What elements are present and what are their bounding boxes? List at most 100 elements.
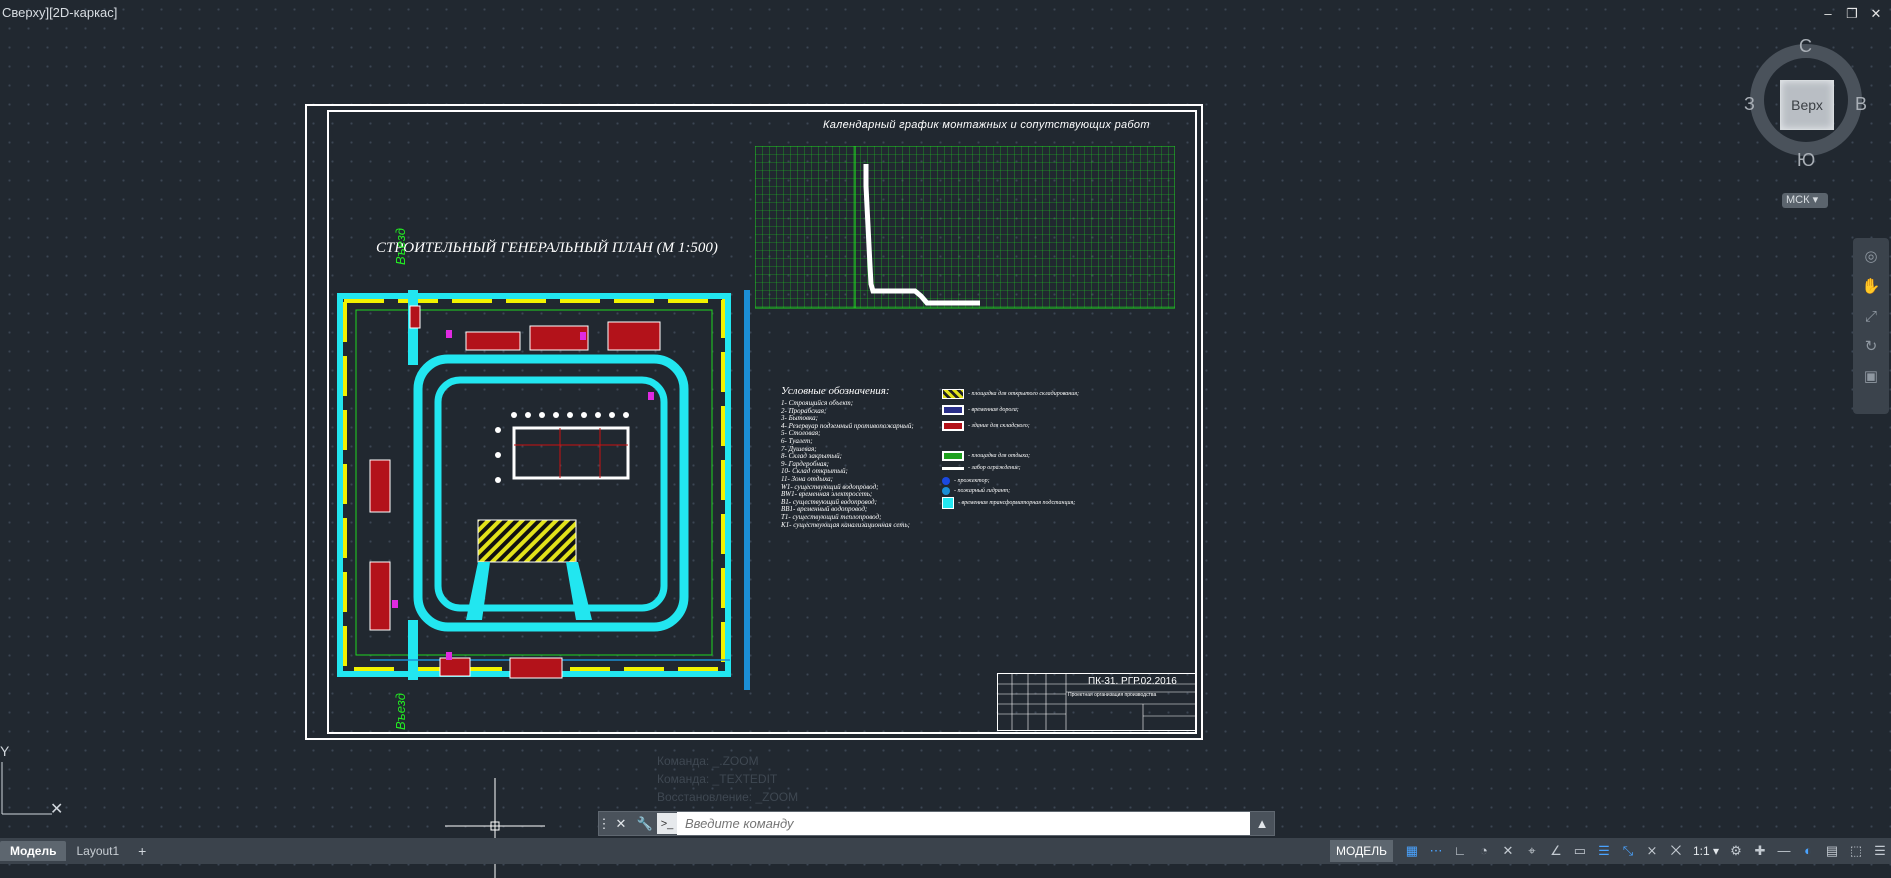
history-line-2: Команда: _TEXTEDIT bbox=[657, 772, 778, 786]
lineweight-icon[interactable]: ▭ bbox=[1569, 840, 1591, 862]
compass-east[interactable]: В bbox=[1855, 94, 1867, 115]
close-button[interactable]: ✕ bbox=[1869, 6, 1883, 22]
temporary-road-outer bbox=[413, 354, 689, 632]
title-block[interactable]: ПК-31. РГР.02.2016 Проектная организация… bbox=[997, 673, 1196, 731]
selection-cycling-icon[interactable]: ⤡ bbox=[1617, 840, 1639, 862]
entry-road-bottom bbox=[408, 620, 418, 680]
title-block-code: ПК-31. РГР.02.2016 bbox=[1088, 676, 1177, 687]
annotation-visibility-icon[interactable]: ⨯ bbox=[1641, 840, 1663, 862]
command-prompt-icon[interactable]: >_ bbox=[657, 813, 677, 834]
svg-text:✕: ✕ bbox=[50, 801, 63, 818]
viewport-label[interactable]: Сверху][2D-каркас] bbox=[2, 5, 117, 20]
window-controls: – ❐ ✕ bbox=[1821, 6, 1883, 22]
building-bottom-2[interactable] bbox=[509, 657, 563, 679]
swatch-hydrant bbox=[942, 487, 950, 495]
command-input[interactable] bbox=[677, 812, 1250, 835]
entry-label-top[interactable]: Въезд bbox=[393, 228, 408, 265]
schedule-table bbox=[755, 146, 1175, 309]
legend-symbol-6: - прожектор; bbox=[954, 478, 990, 484]
swatch-temporary-road bbox=[942, 405, 964, 415]
main-building[interactable] bbox=[512, 426, 630, 480]
compass-south[interactable]: Ю bbox=[1797, 150, 1815, 171]
legend-symbol-8: - временная трансформаторная подстанция; bbox=[958, 500, 1076, 506]
showmotion-icon[interactable]: ▣ bbox=[1860, 366, 1882, 388]
ucs-label: МСК bbox=[1786, 194, 1810, 206]
viewcube[interactable]: Верх С Ю В З bbox=[1744, 36, 1868, 171]
snap-icon[interactable]: ⋯ bbox=[1425, 840, 1447, 862]
legend-list[interactable]: 1- Строящийся объект; 2- Прорабская; 3- Бы… bbox=[781, 399, 914, 529]
ucs-dropdown[interactable]: МСК ▾ bbox=[1782, 193, 1828, 208]
title-block-subtitle: Проектная организация производства bbox=[1068, 692, 1157, 698]
compass-north[interactable]: С bbox=[1799, 36, 1812, 57]
gate-house[interactable] bbox=[409, 305, 421, 329]
legend-symbol-5: - забор ограждение; bbox=[968, 465, 1021, 471]
schedule-grid[interactable] bbox=[755, 146, 1175, 311]
model-space-toggle[interactable]: МОДЕЛЬ bbox=[1330, 840, 1393, 862]
plan-title[interactable]: СТРОИТЕЛЬНЫЙ ГЕНЕРАЛЬНЫЙ ПЛАН (М 1:500) bbox=[376, 240, 718, 257]
zoom-extents-icon[interactable]: ⤢ bbox=[1860, 306, 1882, 328]
tab-model[interactable]: Модель bbox=[0, 841, 67, 861]
status-bar: МОДЕЛЬ ▦ ⋯ ∟ ◔ ✕ ⌖ ∠ ▭ ☰ ⤡ ⨯ ⨉ 1:1 ▾ ⚙ ✚… bbox=[1330, 838, 1891, 864]
legend-symbol-4: - площадка для отдыха; bbox=[968, 453, 1031, 459]
swatch-storage-building bbox=[942, 421, 964, 431]
history-line-3: Восстановление: _ZOOM bbox=[657, 790, 799, 804]
command-line[interactable]: ⋮ ✕ 🔧 >_ ▲ bbox=[598, 811, 1275, 836]
close-command-line-icon[interactable]: ✕ bbox=[609, 812, 633, 835]
building-top-3[interactable] bbox=[607, 321, 661, 351]
settings-gear-icon[interactable]: ⚙ bbox=[1725, 840, 1747, 862]
building-left-2[interactable] bbox=[369, 561, 391, 631]
command-history: Команда: _.ZOOM Команда: _TEXTEDIT Восст… bbox=[657, 752, 798, 806]
hardware-acceleration-icon[interactable]: ▤ bbox=[1821, 840, 1843, 862]
swatch-open-storage bbox=[942, 389, 964, 399]
command-line-grip-icon[interactable]: ⋮ bbox=[598, 812, 611, 835]
pan-icon[interactable]: ✋ bbox=[1860, 276, 1882, 298]
transparency-icon[interactable]: ☰ bbox=[1593, 840, 1615, 862]
command-history-toggle-icon[interactable]: ▲ bbox=[1250, 812, 1274, 835]
customize-wrench-icon[interactable]: 🔧 bbox=[633, 812, 657, 835]
legend-symbol-2: - временная дорога; bbox=[968, 407, 1019, 413]
orbit-icon[interactable]: ↻ bbox=[1860, 336, 1882, 358]
navigation-bar: ◎ ✋ ⤢ ↻ ▣ bbox=[1853, 238, 1889, 414]
customization-menu-icon[interactable]: ☰ bbox=[1869, 840, 1891, 862]
ucs-icon: Y ✕ bbox=[0, 743, 63, 818]
isolate-objects-icon[interactable]: ◐ bbox=[1797, 840, 1819, 862]
isodraft-icon[interactable]: ∠ bbox=[1545, 840, 1567, 862]
polar-tracking-icon[interactable]: ◔ bbox=[1473, 840, 1495, 862]
legend-symbol-7: - пожарный гидрант; bbox=[954, 488, 1011, 494]
swatch-rest-area bbox=[942, 451, 964, 461]
svg-text:Y: Y bbox=[0, 743, 10, 759]
building-top-2[interactable] bbox=[529, 325, 589, 351]
add-layout-icon[interactable]: + bbox=[133, 842, 151, 860]
swatch-spotlight bbox=[942, 477, 950, 485]
steering-wheel-icon[interactable]: ◎ bbox=[1860, 246, 1882, 268]
legend-symbol-3: - здание для складского; bbox=[968, 423, 1030, 429]
minus-icon[interactable]: — bbox=[1773, 840, 1795, 862]
auto-scale-icon[interactable]: ⨉ bbox=[1665, 840, 1687, 862]
compass-west[interactable]: З bbox=[1744, 94, 1755, 115]
open-storage-area[interactable] bbox=[477, 519, 577, 563]
water-main bbox=[744, 290, 750, 690]
building-top-1[interactable] bbox=[465, 331, 521, 351]
building-bottom-1[interactable] bbox=[439, 657, 471, 677]
history-line-1: Команда: _.ZOOM bbox=[657, 754, 759, 768]
annotation-scale[interactable]: 1:1 ▾ bbox=[1689, 844, 1723, 858]
site-plan-drawing[interactable] bbox=[330, 280, 770, 705]
restore-button[interactable]: ❐ bbox=[1845, 6, 1859, 22]
annotation-scale-value: 1:1 bbox=[1692, 844, 1710, 858]
swatch-fence bbox=[942, 466, 964, 470]
tab-layout1[interactable]: Layout1 bbox=[66, 841, 129, 861]
object-snap-tracking-icon[interactable]: ✕ bbox=[1497, 840, 1519, 862]
temporary-road-inner bbox=[434, 376, 668, 612]
ortho-icon[interactable]: ∟ bbox=[1449, 840, 1471, 862]
clean-screen-icon[interactable]: ⬚ bbox=[1845, 840, 1867, 862]
legend-title[interactable]: Условные обозначения: bbox=[781, 385, 890, 397]
schedule-title[interactable]: Календарный график монтажных и сопутству… bbox=[823, 119, 1150, 131]
building-left-1[interactable] bbox=[369, 459, 391, 513]
minimize-button[interactable]: – bbox=[1821, 6, 1835, 22]
object-snap-icon[interactable]: ⌖ bbox=[1521, 840, 1543, 862]
grid-icon[interactable]: ▦ bbox=[1401, 840, 1423, 862]
legend-symbol-1: - площадка для открытого складирования; bbox=[968, 391, 1080, 397]
viewcube-top-face[interactable]: Верх bbox=[1780, 80, 1834, 130]
legend-item: K1- существующая канализационная сеть; bbox=[781, 520, 911, 529]
plus-icon[interactable]: ✚ bbox=[1749, 840, 1771, 862]
